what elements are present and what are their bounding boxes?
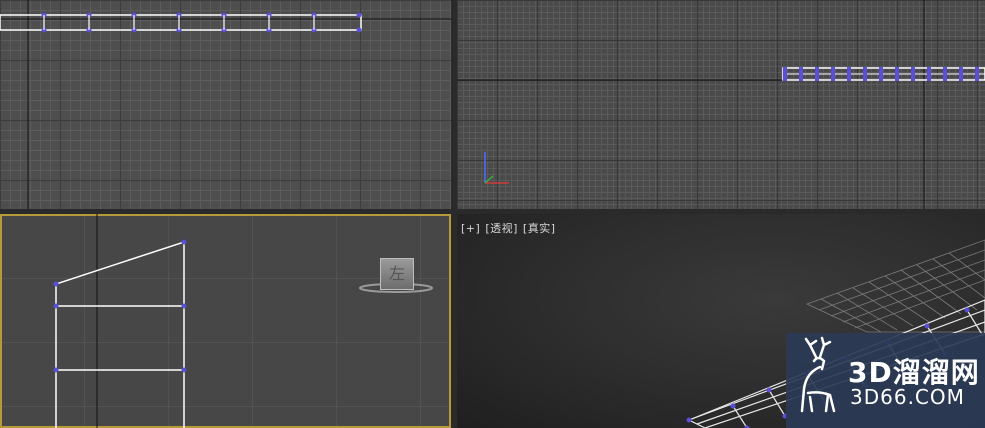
axis-gizmo-icon bbox=[484, 152, 509, 184]
watermark: 3D溜溜网 3D66.COM bbox=[786, 333, 985, 428]
front-view-geometry bbox=[457, 0, 985, 209]
top-view-geometry bbox=[0, 0, 451, 209]
viewport-left[interactable]: 左 bbox=[0, 214, 451, 428]
viewport-front[interactable] bbox=[457, 0, 985, 209]
viewcube[interactable]: 左 bbox=[380, 258, 414, 290]
deer-icon bbox=[800, 336, 836, 413]
viewport-top[interactable] bbox=[0, 0, 451, 209]
left-view-geometry bbox=[53, 214, 433, 428]
viewcube-face-label: 左 bbox=[388, 264, 405, 283]
watermark-url: 3D66.COM bbox=[850, 385, 965, 409]
